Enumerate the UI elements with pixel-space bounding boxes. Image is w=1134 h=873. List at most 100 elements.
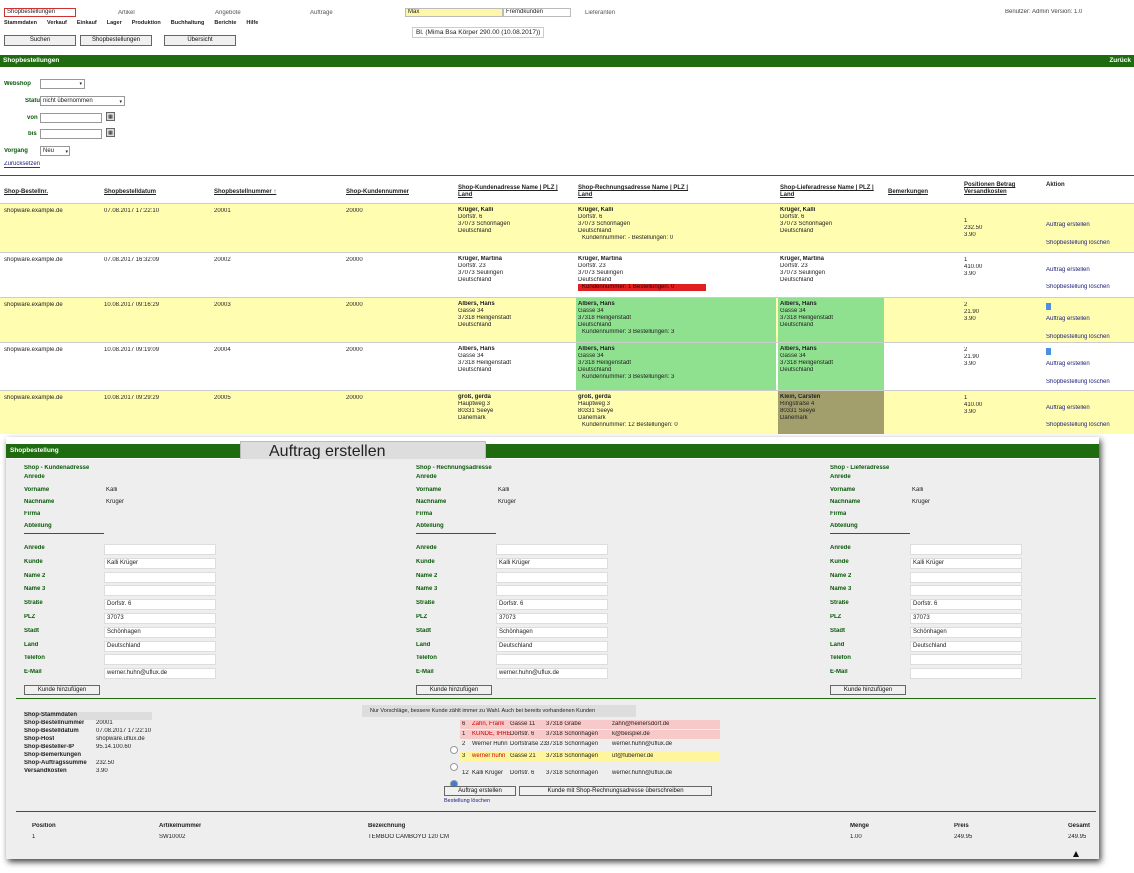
status-select[interactable]: nicht übernommen ▾ bbox=[40, 96, 125, 106]
create-order-link[interactable]: Auftrag erstellen bbox=[1046, 316, 1090, 323]
create-order-link[interactable]: Auftrag erstellen bbox=[1046, 405, 1090, 412]
create-order-link[interactable]: Auftrag erstellen bbox=[1046, 222, 1090, 229]
candidate-row[interactable]: 3 werner huhn Gasse 21 37318 Schönhagen uf@f… bbox=[460, 752, 720, 761]
input-plz[interactable]: 37073 bbox=[496, 613, 608, 624]
von-date-input[interactable] bbox=[40, 113, 102, 123]
calendar-icon[interactable]: ▦ bbox=[106, 128, 115, 137]
column-header-kdnr[interactable]: Shop-Kundennummer bbox=[346, 189, 409, 196]
shopbestellungen-button[interactable]: Shopbestellungen bbox=[80, 35, 152, 46]
tab-shopbestellungen[interactable]: Shopbestellungen bbox=[4, 8, 76, 17]
bis-date-input[interactable] bbox=[40, 129, 102, 139]
input-plz[interactable]: 37073 bbox=[910, 613, 1022, 624]
label-abteilung: Abteilung bbox=[416, 523, 444, 529]
column-header-date[interactable]: Shopbestelldatum bbox=[104, 189, 156, 196]
input-telefon[interactable] bbox=[910, 654, 1022, 666]
menu-produktion[interactable]: Produktion bbox=[132, 20, 161, 26]
add-customer-button[interactable]: Kunde hinzufügen bbox=[830, 685, 906, 695]
search-button[interactable]: Suchen bbox=[4, 35, 76, 46]
tab-angebote[interactable]: Angebote bbox=[215, 10, 241, 16]
menu-hilfe[interactable]: Hilfe bbox=[246, 20, 258, 26]
delete-order-link[interactable]: Shopbestellung löschen bbox=[1046, 379, 1110, 386]
cell-rechnung: Krüger, Martina Dorfstr. 23 37073 Seulinge… bbox=[576, 253, 776, 297]
address-line: Krüger, Martina bbox=[780, 256, 825, 262]
candidate-row[interactable]: 12 Kalli Krüger Dorfstr. 6 37318 Schönhagen… bbox=[460, 769, 720, 778]
vorgang-select[interactable]: Neu ▾ bbox=[40, 146, 70, 156]
input-plz[interactable]: 37073 bbox=[104, 613, 216, 624]
input-email[interactable] bbox=[910, 668, 1022, 680]
radio-button[interactable] bbox=[450, 746, 458, 754]
input-name2[interactable] bbox=[496, 571, 608, 583]
item-gesamt: 249.95 bbox=[1068, 834, 1087, 840]
input-strasse[interactable]: Dorfstr. 6 bbox=[104, 599, 216, 611]
candidate-row[interactable]: 6 Zahn, Frank Gasse 11 37318 Grabe zahn@hein… bbox=[460, 720, 720, 729]
menu-stammdaten[interactable]: Stammdaten bbox=[4, 20, 37, 26]
input-telefon[interactable] bbox=[496, 654, 608, 666]
input-land[interactable]: Deutschland bbox=[910, 640, 1022, 652]
delete-order-link[interactable]: Bestellung löschen bbox=[444, 798, 490, 804]
search-input-highlight[interactable]: Max bbox=[405, 8, 503, 17]
input-email[interactable]: werner.huhn@uflux.de bbox=[496, 668, 608, 680]
add-customer-button[interactable]: Kunde hinzufügen bbox=[416, 685, 492, 695]
input-strasse[interactable]: Dorfstr. 6 bbox=[910, 599, 1022, 611]
input-anrede[interactable] bbox=[496, 544, 608, 555]
input-kunde[interactable]: Kalli Krüger bbox=[496, 557, 608, 569]
candidate-row[interactable]: 1 KUNDE, IHRE Dorfstr. 6 37318 Schönhagen k@… bbox=[460, 730, 720, 739]
input-name2[interactable] bbox=[910, 571, 1022, 583]
tab-artikel[interactable]: Artikel bbox=[118, 10, 135, 16]
webshop-select[interactable]: ▾ bbox=[40, 79, 85, 89]
input-telefon[interactable] bbox=[104, 654, 216, 666]
input-stadt[interactable]: Schönhagen bbox=[496, 626, 608, 638]
delete-order-link[interactable]: Shopbestellung löschen bbox=[1046, 284, 1110, 291]
input-land[interactable]: Deutschland bbox=[104, 640, 216, 652]
column-header-nr[interactable]: Shopbestellnummer ↑ bbox=[214, 189, 276, 196]
checkbox-icon[interactable] bbox=[1046, 303, 1051, 310]
input-email[interactable]: werner.huhn@uflux.de bbox=[104, 668, 216, 680]
label-anrede: Anrede bbox=[830, 474, 851, 480]
radio-button[interactable] bbox=[450, 763, 458, 771]
menu-berichte[interactable]: Berichte bbox=[214, 20, 236, 26]
input-name3[interactable] bbox=[104, 585, 216, 597]
input-name3[interactable] bbox=[496, 585, 608, 597]
column-header-bemerkungen[interactable]: Bemerkungen bbox=[888, 189, 928, 196]
input-anrede[interactable] bbox=[910, 544, 1022, 555]
address-line: Deutschland bbox=[458, 367, 492, 373]
menu-buchhaltung[interactable]: Buchhaltung bbox=[171, 20, 205, 26]
menu-verkauf[interactable]: Verkauf bbox=[47, 20, 67, 26]
delete-order-link[interactable]: Shopbestellung löschen bbox=[1046, 240, 1110, 247]
input-name2[interactable] bbox=[104, 571, 216, 583]
input-stadt[interactable]: Schönhagen bbox=[104, 626, 216, 638]
column-header-rechnung[interactable]: Shop-Rechnungsadresse Name | PLZ | Land bbox=[578, 185, 698, 199]
column-header-liefer[interactable]: Shop-Lieferadresse Name | PLZ | Land bbox=[780, 185, 880, 199]
input-kunde[interactable]: Kalli Krüger bbox=[104, 557, 216, 569]
input-kunde[interactable]: Kalli Krüger bbox=[910, 557, 1022, 569]
menu-lager[interactable]: Lager bbox=[107, 20, 122, 26]
delete-order-link[interactable]: Shopbestellung löschen bbox=[1046, 334, 1110, 341]
checkbox-icon[interactable] bbox=[1046, 348, 1051, 355]
delete-order-link[interactable]: Shopbestellung löschen bbox=[1046, 422, 1110, 429]
column-header-kunde[interactable]: Shop-Kundenadresse Name | PLZ | Land bbox=[458, 185, 568, 199]
candidate-row[interactable]: 2 Werner Huhn Dorfstraße 23 37318 Schönhage… bbox=[460, 740, 720, 749]
input-land[interactable]: Deutschland bbox=[496, 640, 608, 652]
menu-einkauf[interactable]: Einkauf bbox=[77, 20, 97, 26]
filter-lieferanten[interactable]: Lieferanten bbox=[585, 10, 615, 16]
label-nachname: Nachname bbox=[416, 499, 447, 505]
candidate-street: Gasse 11 bbox=[510, 721, 536, 727]
create-order-link[interactable]: Auftrag erstellen bbox=[1046, 361, 1090, 368]
tab-auftraege[interactable]: Aufträge bbox=[310, 10, 333, 16]
add-customer-button[interactable]: Kunde hinzufügen bbox=[24, 685, 100, 695]
input-name3[interactable] bbox=[910, 585, 1022, 597]
reset-link[interactable]: Zurücksetzen bbox=[4, 161, 41, 168]
create-order-link[interactable]: Auftrag erstellen bbox=[1046, 267, 1090, 274]
overwrite-customer-button[interactable]: Kunde mit Shop-Rechnungsadresse überschr… bbox=[519, 786, 712, 796]
input-anrede[interactable] bbox=[104, 544, 216, 555]
column-header-positionen[interactable]: Positionen Betrag Versandkosten bbox=[964, 182, 1034, 196]
back-link[interactable]: Zurück bbox=[1109, 55, 1131, 67]
column-header-shop[interactable]: Shop-Bestellnr. bbox=[4, 189, 48, 196]
input-stadt[interactable]: Schönhagen bbox=[910, 626, 1022, 638]
overview-button[interactable]: Übersicht bbox=[164, 35, 236, 46]
label-telefon: Telefon bbox=[24, 655, 45, 662]
filter-fremdkunden[interactable]: Fremdkunden bbox=[503, 8, 571, 17]
calendar-icon[interactable]: ▦ bbox=[106, 112, 115, 121]
input-strasse[interactable]: Dorfstr. 6 bbox=[496, 599, 608, 611]
create-order-button[interactable]: Auftrag erstellen bbox=[444, 786, 516, 796]
